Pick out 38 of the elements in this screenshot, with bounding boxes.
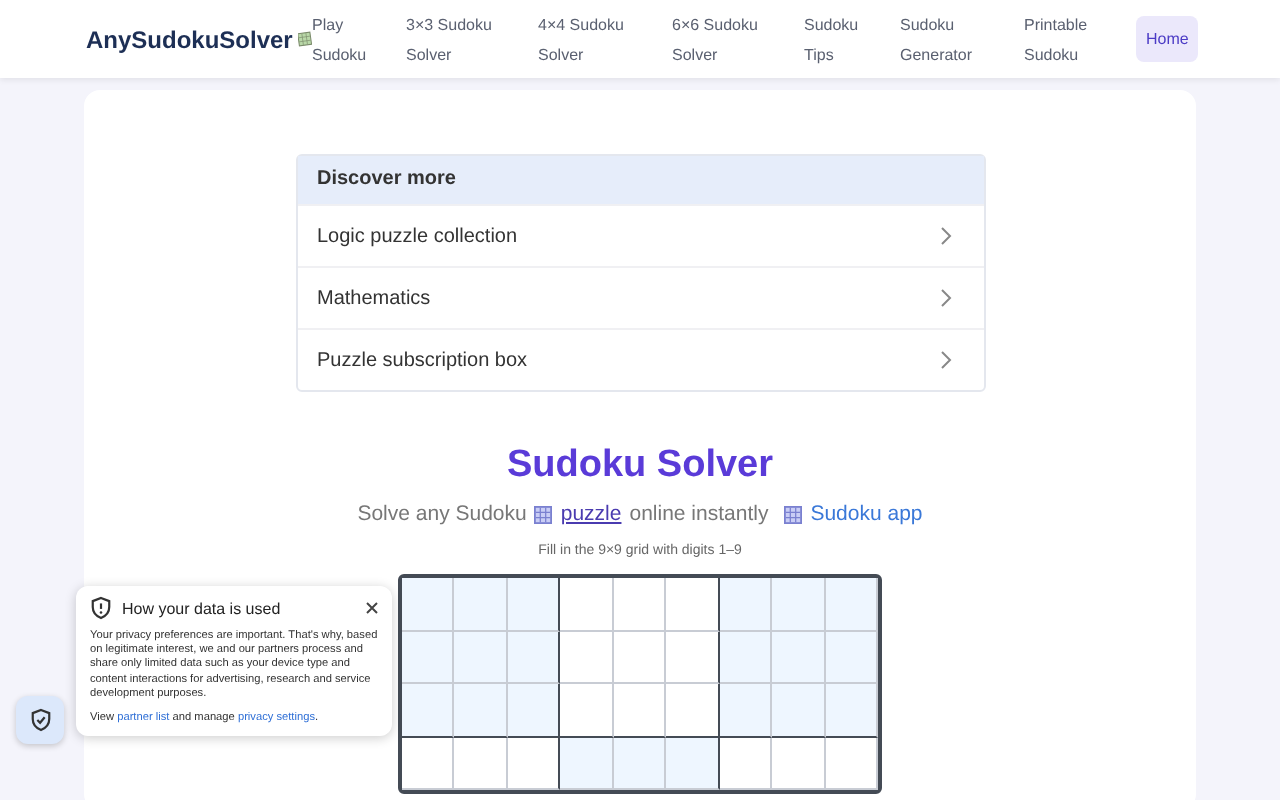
close-icon (366, 601, 378, 613)
discover-link[interactable]: Mathematics (297, 266, 983, 328)
sudoku-grid-icon (298, 26, 312, 52)
nav-link[interactable]: Play Sudoku (312, 9, 396, 69)
page-title: Sudoku Solver (506, 444, 774, 488)
popup-title: How your data is used (122, 599, 283, 617)
nav-link[interactable]: Sudoku Generator (900, 9, 1012, 69)
shield-check-icon (29, 708, 51, 732)
grid-cell[interactable] (507, 737, 561, 790)
grid-cell[interactable] (666, 631, 720, 684)
grid-cell[interactable] (666, 684, 720, 737)
subtitle-text: online instantly (629, 502, 769, 526)
nav-link[interactable]: 6×6 Sudoku Solver (672, 9, 792, 69)
puzzle-icon (784, 505, 803, 523)
discover-link[interactable]: Logic puzzle collection (297, 204, 983, 266)
subtitle-text: Solve any Sudoku (357, 502, 527, 526)
grid-cell[interactable] (507, 578, 561, 631)
site-logo[interactable]: AnySudokuSolver (86, 25, 293, 53)
grid-cell[interactable] (507, 684, 561, 737)
chevron-right-icon (939, 226, 951, 246)
app-link[interactable]: Sudoku app (810, 502, 923, 526)
puzzle-icon (534, 505, 553, 523)
nav-link[interactable]: 3×3 Sudoku Solver (406, 9, 526, 69)
nav-link[interactable]: 4×4 Sudoku Solver (538, 9, 658, 69)
nav-link[interactable]: Printable Sudoku (1024, 9, 1124, 69)
grid-cell[interactable] (666, 737, 720, 790)
chevron-right-icon (939, 288, 951, 308)
shield-alert-icon (90, 596, 112, 620)
nav-link[interactable]: Home (1136, 16, 1199, 62)
close-button[interactable] (366, 599, 378, 617)
discover-link[interactable]: Puzzle subscription box (297, 328, 983, 390)
panel-title: Discover more (297, 156, 983, 204)
puzzle-link[interactable]: puzzle (560, 502, 622, 526)
grid-cell[interactable] (507, 631, 561, 684)
nav-link[interactable]: Sudoku Tips (804, 9, 888, 69)
chevron-right-icon (939, 350, 951, 370)
privacy-button[interactable] (16, 696, 64, 744)
grid-cell[interactable] (666, 578, 720, 631)
